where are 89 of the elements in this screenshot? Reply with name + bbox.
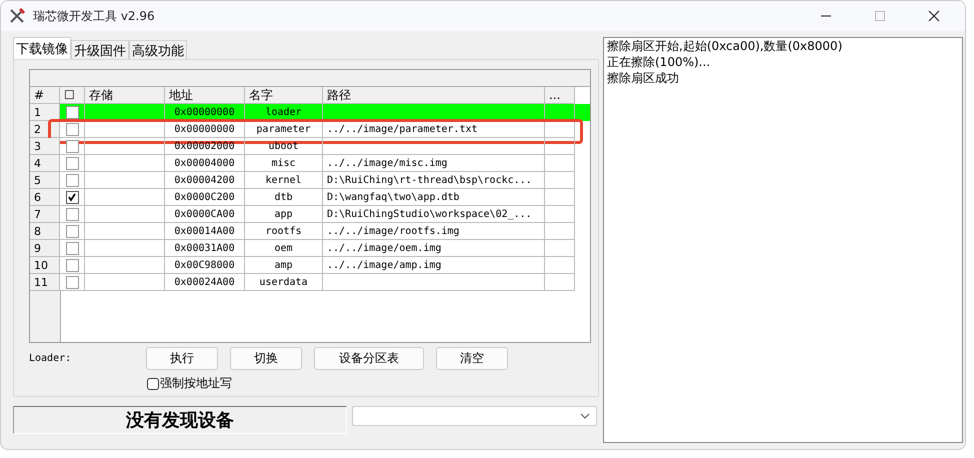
tab[interactable]: 下载镜像 — [13, 37, 71, 59]
table-cell — [545, 172, 575, 189]
table-cell — [545, 138, 575, 155]
action-button[interactable]: 清空 — [436, 346, 508, 370]
table-cell: D:\wangfaq\two\app.dtb — [323, 189, 545, 206]
table-cell: dtb — [245, 189, 323, 206]
table-cell: ../../image/misc.img — [323, 155, 545, 172]
column-header[interactable]: # — [30, 87, 60, 104]
table-cell: 0x00000000 — [165, 104, 245, 121]
table-cell: amp — [245, 257, 323, 274]
table-cell — [545, 223, 575, 240]
table-cell: ../../image/rootfs.img — [323, 223, 545, 240]
checkbox[interactable] — [66, 242, 78, 254]
device-dropdown[interactable] — [352, 406, 597, 426]
table-cell — [545, 206, 575, 223]
table-cell: app — [245, 206, 323, 223]
row-number: 1 — [30, 104, 60, 121]
table-cell: 0x00024A00 — [165, 274, 245, 291]
table-cell: misc — [245, 155, 323, 172]
log-line: 擦除扇区开始,起始(0xca00),数量(0x8000) — [607, 38, 844, 54]
maximize-icon[interactable] — [874, 10, 886, 22]
log-line: 正在擦除(100%)... — [607, 54, 712, 70]
column-header[interactable]: 名字 — [245, 87, 323, 104]
close-icon[interactable] — [928, 10, 940, 22]
column-header[interactable]: 存储 — [85, 87, 165, 104]
column-header[interactable]: 地址 — [165, 87, 245, 104]
checkbox[interactable] — [66, 224, 78, 238]
table-cell — [545, 155, 575, 172]
table-cell: ../../image/parameter.txt — [323, 121, 545, 138]
action-button[interactable]: 执行 — [146, 346, 218, 370]
row-number: 3 — [30, 138, 60, 155]
table-cell: 0x0000CA00 — [165, 206, 245, 223]
row-number: 11 — [30, 274, 60, 291]
table-cell: ../../image/oem.img — [323, 240, 545, 257]
table-cell: 0x00000000 — [165, 121, 245, 138]
table-cell: uboot — [245, 138, 323, 155]
table-cell: D:\RuiChing\rt-thread\bsp\rockc... — [323, 172, 545, 189]
table-cell — [545, 240, 575, 257]
table-cell: ../../image/amp.img — [323, 257, 545, 274]
action-button[interactable]: 切换 — [230, 346, 302, 370]
checkbox[interactable] — [66, 156, 78, 170]
column-header[interactable]: 路径 — [323, 87, 545, 104]
table-cell — [545, 257, 575, 274]
log-line: 擦除扇区成功 — [607, 70, 680, 86]
table-cell: 0x00004200 — [165, 172, 245, 189]
checkbox[interactable] — [66, 174, 78, 186]
loader-label: Loader: — [29, 352, 72, 364]
table-cell: rootfs — [245, 223, 323, 240]
window-title: 瑞芯微开发工具 v2.96 — [33, 8, 155, 24]
table-cell — [545, 189, 575, 206]
row-number: 8 — [30, 223, 60, 240]
table-cell: userdata — [245, 274, 323, 291]
tools-icon — [9, 8, 25, 24]
table-cell: loader — [245, 104, 323, 121]
table-cell — [545, 274, 575, 291]
checkbox[interactable] — [66, 258, 78, 272]
column-header[interactable]: ... — [545, 87, 575, 104]
row-number: 5 — [30, 172, 60, 189]
checkbox-label: 强制按地址写 — [160, 375, 232, 392]
table-cell: 0x00014A00 — [165, 223, 245, 240]
checkbox[interactable] — [66, 106, 78, 118]
checkbox[interactable] — [66, 122, 78, 136]
table-cell — [545, 121, 575, 138]
column-header[interactable]: ☐ — [60, 87, 85, 104]
table-cell: 0x00002000 — [165, 138, 245, 155]
row-number: 4 — [30, 155, 60, 172]
chevron-down-icon — [580, 413, 590, 419]
row-number: 6 — [30, 189, 60, 206]
table-cell: D:\RuiChingStudio\workspace\02_... — [323, 206, 545, 223]
table-cell: 0x00C98000 — [165, 257, 245, 274]
row-number: 10 — [30, 257, 60, 274]
checkbox[interactable] — [147, 378, 159, 390]
checkbox[interactable] — [66, 140, 78, 152]
checkbox[interactable] — [66, 208, 78, 220]
table-cell: parameter — [245, 121, 323, 138]
row-number: 7 — [30, 206, 60, 223]
table-cell: 0x00004000 — [165, 155, 245, 172]
table-cell: 0x0000C200 — [165, 189, 245, 206]
tab[interactable]: 高级功能 — [129, 40, 187, 59]
tab[interactable]: 升级固件 — [71, 40, 129, 59]
checkbox[interactable] — [66, 190, 78, 204]
checkbox[interactable] — [66, 276, 78, 288]
table-cell: oem — [245, 240, 323, 257]
status-bar: 没有发现设备 — [13, 406, 347, 434]
table-cell: 0x00031A00 — [165, 240, 245, 257]
row-number: 9 — [30, 240, 60, 257]
row-header-column — [30, 291, 61, 342]
action-button[interactable]: 设备分区表 — [314, 346, 424, 370]
table-cell: kernel — [245, 172, 323, 189]
